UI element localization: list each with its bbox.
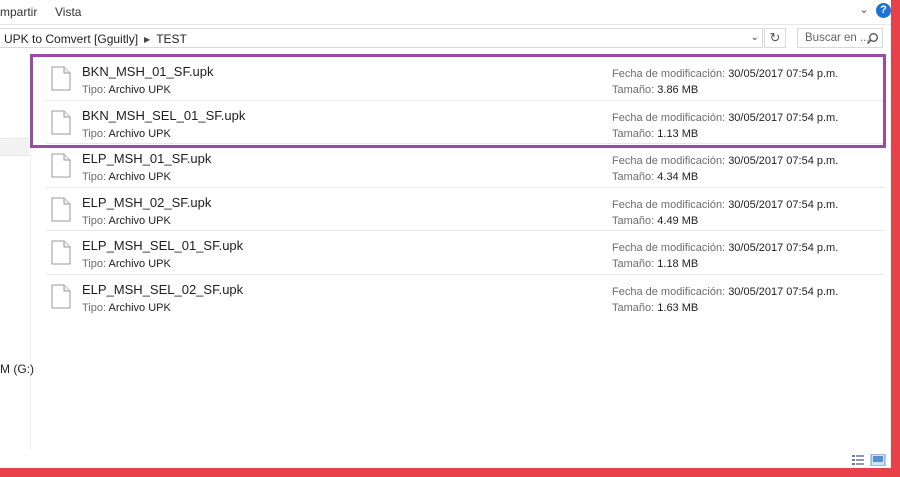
file-name[interactable]: ELP_MSH_SEL_02_SF.upk [82, 282, 243, 297]
file-row[interactable]: ELP_MSH_01_SF.upk Tipo: Archivo UPK Fecha … [46, 144, 885, 188]
file-size-label: Tamaño: [612, 127, 655, 140]
file-modified-label: Fecha de modificación: [612, 68, 726, 80]
file-modified-value: 30/05/2017 07:54 p.m. [728, 68, 839, 80]
file-modified: Fecha de modificación: 30/05/2017 07:54 … [612, 112, 838, 124]
file-size-value: 4.49 MB [657, 214, 699, 227]
file-modified-label: Fecha de modificación: [612, 155, 726, 167]
file-type: Tipo: Archivo UPK [82, 302, 171, 314]
file-type-value: Archivo UPK [108, 301, 171, 314]
file-type-label: Tipo: [82, 84, 107, 96]
file-modified-value: 30/05/2017 07:54 p.m. [728, 111, 839, 124]
breadcrumb-item-current[interactable]: TEST [156, 32, 187, 46]
file-modified-value: 30/05/2017 07:54 p.m. [728, 198, 839, 211]
file-row[interactable]: ELP_MSH_SEL_01_SF.upk Tipo: Archivo UPK Fe… [46, 231, 885, 275]
file-size: Tamaño: 1.18 MB [612, 258, 698, 270]
file-name[interactable]: ELP_MSH_SEL_01_SF.upk [82, 238, 243, 253]
breadcrumb-separator-icon: ▶ [144, 35, 151, 44]
tab-compartir[interactable]: mpartir [0, 5, 37, 19]
file-icon [51, 110, 71, 134]
breadcrumb: UPK to Comvert [Gguitly] ▶ TEST [4, 32, 187, 46]
file-icon [51, 66, 71, 91]
file-modified-label: Fecha de modificación: [612, 111, 726, 124]
file-name[interactable]: ELP_MSH_01_SF.upk [82, 151, 211, 166]
details-view-icon[interactable] [852, 455, 864, 465]
file-size: Tamaño: 1.13 MB [612, 128, 698, 140]
file-type-label: Tipo: [82, 258, 107, 270]
file-size-label: Tamaño: [612, 258, 655, 270]
file-type-label: Tipo: [82, 127, 107, 140]
file-size: Tamaño: 4.49 MB [612, 215, 698, 227]
file-size: Tamaño: 3.86 MB [612, 84, 698, 96]
ribbon-tabs: mpartir Vista ⌄ ? [0, 0, 891, 25]
file-modified: Fecha de modificación: 30/05/2017 07:54 … [612, 286, 838, 298]
search-icon [866, 33, 878, 45]
file-size-value: 4.34 MB [657, 171, 699, 183]
refresh-button[interactable]: ↻ [764, 28, 786, 48]
file-type-value: Archivo UPK [108, 258, 171, 270]
file-type-value: Archivo UPK [108, 84, 171, 96]
tab-vista[interactable]: Vista [55, 5, 81, 19]
breadcrumb-item-parent[interactable]: UPK to Comvert [Gguitly] [4, 32, 138, 46]
file-row[interactable]: BKN_MSH_SEL_01_SF.upk Tipo: Archivo UPK Fe… [46, 101, 885, 144]
file-modified: Fecha de modificación: 30/05/2017 07:54 … [612, 199, 838, 211]
file-icon [51, 197, 71, 221]
file-type-value: Archivo UPK [108, 214, 171, 227]
nav-selected-item[interactable] [0, 138, 29, 156]
navigation-pane: M (G:) [0, 52, 34, 450]
file-modified-value: 30/05/2017 07:54 p.m. [728, 155, 839, 167]
file-name[interactable]: BKN_MSH_SEL_01_SF.upk [82, 108, 245, 123]
file-size-label: Tamaño: [612, 171, 655, 183]
file-modified-value: 30/05/2017 07:54 p.m. [728, 242, 839, 254]
file-modified: Fecha de modificación: 30/05/2017 07:54 … [612, 68, 838, 80]
file-type-label: Tipo: [82, 171, 107, 183]
file-row[interactable]: ELP_MSH_SEL_02_SF.upk Tipo: Archivo UPK Fe… [46, 275, 885, 318]
file-size-value: 1.18 MB [657, 258, 699, 270]
file-size-label: Tamaño: [612, 214, 655, 227]
file-type-label: Tipo: [82, 214, 107, 227]
file-name[interactable]: ELP_MSH_02_SF.upk [82, 195, 211, 210]
file-size-value: 1.13 MB [657, 127, 699, 140]
file-icon [51, 153, 71, 178]
file-modified: Fecha de modificación: 30/05/2017 07:54 … [612, 155, 838, 167]
file-size-label: Tamaño: [612, 84, 655, 96]
file-size-value: 3.86 MB [657, 84, 699, 96]
file-modified-value: 30/05/2017 07:54 p.m. [728, 285, 839, 298]
nav-item-drive[interactable]: M (G:) [0, 362, 34, 376]
file-type-label: Tipo: [82, 301, 107, 314]
file-size-value: 1.63 MB [657, 301, 699, 314]
large-icons-view-icon[interactable] [870, 454, 886, 466]
refresh-icon: ↻ [769, 30, 781, 45]
file-modified: Fecha de modificación: 30/05/2017 07:54 … [612, 242, 838, 254]
explorer-window: mpartir Vista ⌄ ? UPK to Comvert [Gguitl… [0, 0, 891, 468]
file-modified-label: Fecha de modificación: [612, 242, 726, 254]
file-size: Tamaño: 1.63 MB [612, 302, 698, 314]
file-modified-label: Fecha de modificación: [612, 198, 726, 211]
help-icon[interactable]: ? [876, 3, 891, 18]
file-name[interactable]: BKN_MSH_01_SF.upk [82, 64, 214, 79]
view-mode-buttons [852, 454, 886, 466]
address-dropdown-icon[interactable]: ⌄ [751, 32, 759, 43]
file-icon [51, 240, 71, 265]
file-type: Tipo: Archivo UPK [82, 84, 171, 96]
search-placeholder: Buscar en ... [805, 32, 870, 44]
file-size: Tamaño: 4.34 MB [612, 171, 698, 183]
file-row[interactable]: ELP_MSH_02_SF.upk Tipo: Archivo UPK Fecha … [46, 188, 885, 231]
file-type: Tipo: Archivo UPK [82, 128, 171, 140]
file-list: BKN_MSH_01_SF.upk Tipo: Archivo UPK Fecha … [46, 57, 885, 317]
file-type: Tipo: Archivo UPK [82, 258, 171, 270]
file-size-label: Tamaño: [612, 301, 655, 314]
file-icon [51, 284, 71, 308]
chevron-down-icon[interactable]: ⌄ [857, 3, 871, 17]
file-type: Tipo: Archivo UPK [82, 171, 171, 183]
file-type: Tipo: Archivo UPK [82, 215, 171, 227]
file-type-value: Archivo UPK [108, 127, 171, 140]
address-bar[interactable]: UPK to Comvert [Gguitly] ▶ TEST ⌄ [0, 28, 763, 48]
search-input[interactable]: Buscar en ... [797, 28, 883, 48]
file-modified-label: Fecha de modificación: [612, 285, 726, 298]
file-type-value: Archivo UPK [108, 171, 171, 183]
file-row[interactable]: BKN_MSH_01_SF.upk Tipo: Archivo UPK Fecha … [46, 57, 885, 101]
